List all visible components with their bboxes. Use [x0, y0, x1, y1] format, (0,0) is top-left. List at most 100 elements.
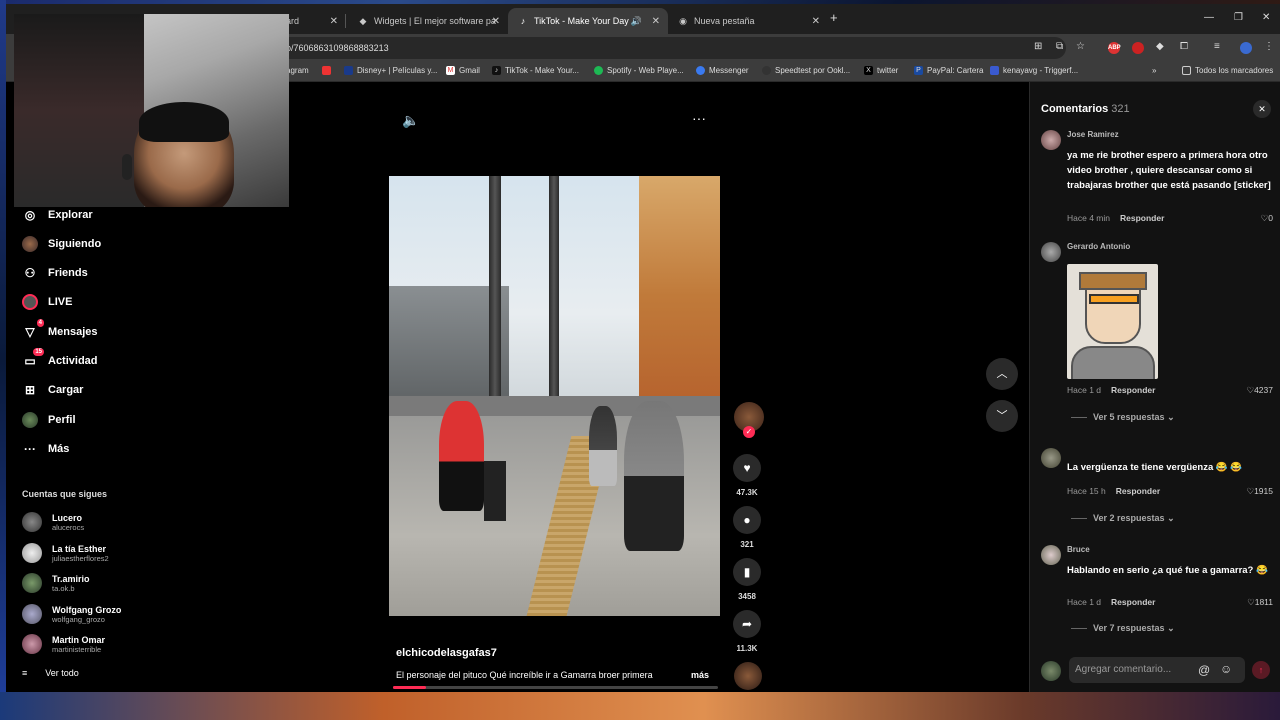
- sidebar-item-cargar[interactable]: ⊞ Cargar: [22, 380, 84, 400]
- sidebar-item-mas[interactable]: ··· Más: [22, 439, 69, 459]
- see-all-link[interactable]: ≡ Ver todo: [22, 668, 79, 678]
- adblock-plus-icon[interactable]: ABP: [1108, 42, 1121, 54]
- profile-avatar-icon[interactable]: [1240, 42, 1252, 54]
- translate-icon[interactable]: ⊞: [1034, 41, 1042, 52]
- comment-user[interactable]: Jose Ramirez: [1067, 130, 1119, 139]
- bookmarks-overflow-icon[interactable]: »: [1152, 66, 1156, 75]
- comment-like[interactable]: ♡0: [1261, 213, 1273, 224]
- avatar[interactable]: [1041, 130, 1061, 150]
- following-account[interactable]: Martin Omar martinisterrible: [22, 631, 105, 657]
- view-replies-button[interactable]: Ver 5 respuestas ⌄: [1071, 412, 1175, 423]
- mention-icon[interactable]: @: [1198, 663, 1210, 677]
- avatar[interactable]: [1041, 242, 1061, 262]
- view-replies-button[interactable]: Ver 7 respuestas ⌄: [1071, 623, 1175, 634]
- previous-video-button[interactable]: ︿: [986, 358, 1018, 390]
- bookmark-item[interactable]: Messenger: [696, 66, 749, 75]
- comment-like[interactable]: ♡4237: [1246, 385, 1273, 396]
- bookmark-item[interactable]: ♪ TikTok - Make Your...: [492, 66, 579, 75]
- reply-button[interactable]: Responder: [1111, 597, 1155, 607]
- close-tab-icon[interactable]: ✕: [330, 16, 338, 27]
- reply-button[interactable]: Responder: [1111, 385, 1155, 395]
- bookmark-item[interactable]: Speedtest por Ookl...: [762, 66, 850, 75]
- sidebar-item-live[interactable]: LIVE: [22, 292, 72, 312]
- avatar[interactable]: [1041, 545, 1061, 565]
- chrome-menu-icon[interactable]: ⋮: [1264, 41, 1274, 52]
- video-username[interactable]: elchicodelasgafas7: [396, 647, 497, 659]
- next-video-button[interactable]: ﹀: [986, 400, 1018, 432]
- tab-widgets[interactable]: ◆ Widgets | El mejor software pa ✕: [348, 8, 508, 34]
- minimize-icon[interactable]: —: [1204, 12, 1214, 23]
- bookmark-item[interactable]: [322, 66, 335, 75]
- install-app-icon[interactable]: ⧉: [1056, 41, 1063, 52]
- media-controls-icon[interactable]: ≡: [1214, 41, 1220, 52]
- caption-more-button[interactable]: más: [691, 670, 709, 680]
- tiktok-favicon-icon: ♪: [520, 16, 526, 26]
- restore-icon[interactable]: ❐: [1234, 12, 1243, 23]
- audio-playing-icon[interactable]: 🔊: [631, 16, 642, 27]
- address-bar[interactable]: o/7606863109868883213: [246, 37, 1066, 59]
- bookmark-label: kenayavg - Triggerf...: [1003, 66, 1079, 75]
- bookmark-icon[interactable]: ▮: [733, 558, 761, 586]
- tab-tiktok[interactable]: ♪ TikTok - Make Your Day 🔊 ✕: [508, 8, 668, 34]
- send-button[interactable]: ↑: [1252, 661, 1270, 679]
- view-replies-button[interactable]: Ver 2 respuestas ⌄: [1071, 513, 1175, 524]
- sidebar-item-friends[interactable]: ⚇ Friends: [22, 263, 88, 283]
- reply-button[interactable]: Responder: [1116, 486, 1160, 496]
- more-options-icon[interactable]: ···: [692, 110, 706, 126]
- avatar[interactable]: [1041, 448, 1061, 468]
- close-tab-icon[interactable]: ✕: [492, 16, 500, 27]
- emoji-icon[interactable]: ☺: [1220, 662, 1232, 676]
- bookmark-item[interactable]: agram: [286, 66, 309, 75]
- more-icon: ···: [24, 442, 36, 456]
- tab-label: Nueva pestaña: [694, 16, 755, 26]
- comment-meta: Hace 15 h Responder: [1067, 486, 1160, 496]
- bookmark-item[interactable]: Xtwitter: [864, 66, 898, 75]
- comment-user[interactable]: Bruce: [1067, 545, 1090, 554]
- following-account[interactable]: Lucero alucerocs: [22, 509, 84, 535]
- comment-like[interactable]: ♡1811: [1247, 597, 1273, 608]
- extensions-puzzle-icon[interactable]: ⧠: [1180, 41, 1188, 52]
- save-action[interactable]: ▮ 3458: [732, 558, 762, 601]
- video-progress-bar[interactable]: [393, 686, 718, 689]
- video-player[interactable]: [389, 176, 720, 616]
- comment-icon[interactable]: ●: [733, 506, 761, 534]
- close-window-icon[interactable]: ✕: [1262, 12, 1270, 23]
- following-account[interactable]: Wolfgang Grozo wolfgang_grozo: [22, 601, 121, 627]
- sidebar-item-siguiendo[interactable]: Siguiendo: [22, 234, 101, 254]
- comment-time: Hace 1 d: [1067, 597, 1102, 607]
- sidebar-item-perfil[interactable]: Perfil: [22, 410, 76, 430]
- share-action[interactable]: ➦ 11.3K: [732, 610, 762, 653]
- share-icon[interactable]: ➦: [733, 610, 761, 638]
- reply-button[interactable]: Responder: [1120, 213, 1164, 223]
- comment-sticker[interactable]: [1067, 264, 1158, 379]
- tab-new[interactable]: ◉ Nueva pestaña ✕: [668, 8, 828, 34]
- extension-diamond-icon[interactable]: ◆: [1156, 41, 1164, 52]
- follow-plus-icon[interactable]: ✓: [743, 426, 755, 438]
- comment-like[interactable]: ♡1915: [1246, 486, 1273, 497]
- new-tab-icon[interactable]: +: [830, 10, 838, 25]
- bookmark-item[interactable]: Disney+ | Películas y...: [344, 66, 437, 75]
- music-disc-icon[interactable]: [734, 662, 762, 690]
- comment-action[interactable]: ● 321: [732, 506, 762, 549]
- sidebar-item-mensajes[interactable]: ▽ 4 Mensajes: [22, 319, 98, 342]
- sidebar-item-actividad[interactable]: ▭ 15 Actividad: [22, 348, 98, 371]
- close-tab-icon[interactable]: ✕: [812, 16, 820, 27]
- volume-icon[interactable]: 🔈: [402, 112, 419, 129]
- bookmark-item[interactable]: M Gmail: [446, 66, 480, 75]
- avatar: [22, 543, 42, 563]
- close-icon[interactable]: ✕: [1253, 100, 1271, 118]
- bookmark-item[interactable]: P PayPal: Cartera: [914, 66, 983, 75]
- heart-icon[interactable]: ♥: [733, 454, 761, 482]
- close-tab-icon[interactable]: ✕: [652, 16, 660, 27]
- comment-input[interactable]: Agregar comentario...: [1069, 657, 1245, 683]
- bookmark-star-icon[interactable]: ☆: [1076, 41, 1085, 52]
- following-account[interactable]: La tía Esther juliaestherflores2: [22, 540, 109, 566]
- bookmark-item[interactable]: kenayavg - Triggerf...: [990, 66, 1078, 75]
- all-bookmarks[interactable]: Todos los marcadores: [1182, 66, 1273, 75]
- extension-red-icon[interactable]: [1132, 42, 1144, 54]
- like-action[interactable]: ♥ 47.3K: [732, 454, 762, 497]
- bookmark-item[interactable]: Spotify - Web Playe...: [594, 66, 684, 75]
- sidebar-item-explorar[interactable]: ◎ Explorar: [22, 205, 93, 225]
- comment-user[interactable]: Gerardo Antonio: [1067, 242, 1130, 251]
- following-account[interactable]: Tr.amirio ta.ok.b: [22, 570, 90, 596]
